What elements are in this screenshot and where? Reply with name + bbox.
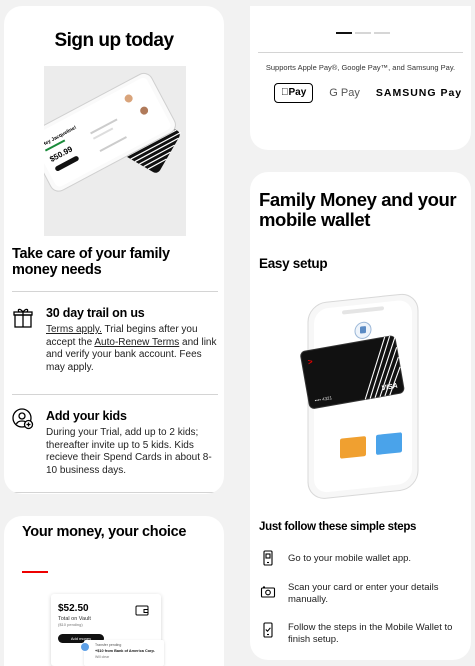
- phone-check-icon: [260, 622, 276, 638]
- payment-logos: Pay G Pay SAMSUNG Pay: [274, 82, 462, 104]
- feature-body-trial: Terms apply. Trial begins after you acce…: [46, 324, 218, 374]
- wallet-title: Family Money and your mobile wallet: [259, 189, 457, 230]
- step-2-text: Scan your card or enter your details man…: [288, 582, 439, 605]
- signup-title: Sign up today: [54, 30, 174, 51]
- feature-title-kids: Add your kids: [46, 409, 127, 423]
- steps-title: Just follow these simple steps: [259, 521, 417, 533]
- samsung-pay-logo: SAMSUNG Pay: [368, 87, 461, 99]
- payment-support-card: Supports Apple Pay®, Google Pay™, and Sa…: [250, 6, 471, 150]
- divider: [12, 492, 218, 493]
- money-choice-card: Your money, your choice $52.50 Total on …: [4, 516, 224, 666]
- divider: [12, 394, 218, 395]
- avatar: [80, 642, 90, 652]
- hero-image: > Hey Jacqueline! $50.99: [26, 66, 186, 236]
- step-3-text: Follow the steps in the Mobile Wallet to…: [288, 622, 453, 645]
- transfer-notification: Transfer pending +$10 from Bank of Ameri…: [80, 640, 164, 666]
- apple-pay-logo: Pay: [274, 83, 314, 103]
- accent-bar: [22, 571, 48, 573]
- carousel-dot-2[interactable]: [355, 32, 371, 34]
- mobile-wallet-card: Family Money and your mobile wallet Easy…: [250, 172, 471, 660]
- transfer-description: +$10 from Bank of America Corp.: [95, 649, 155, 653]
- apple-pay-text: Pay: [281, 87, 306, 98]
- carousel-dots: [336, 32, 390, 34]
- vault-pending: ($10 pending): [58, 622, 83, 627]
- carousel-dot-1[interactable]: [336, 32, 352, 34]
- divider: [12, 291, 218, 292]
- easy-setup-heading: Easy setup: [259, 256, 328, 271]
- signup-card: Sign up today > Hey Jacqueline! $50.: [4, 6, 224, 494]
- add-kid-icon: [12, 408, 34, 430]
- signup-subtitle: Take care of your family money needs: [12, 246, 170, 278]
- camera-scan-icon: [260, 584, 276, 600]
- supports-text: Supports Apple Pay®, Google Pay™, and Sa…: [265, 63, 456, 72]
- gift-icon: [12, 307, 34, 329]
- money-choice-title: Your money, your choice: [22, 524, 187, 540]
- terms-apply-link[interactable]: Terms apply.: [46, 324, 102, 335]
- feature-body-kids: During your Trial, add up to 2 kids; the…: [46, 427, 212, 476]
- wallet-phone-illustration: > •••• 4321 VISA: [290, 282, 440, 502]
- transfer-title: Transfer pending: [95, 643, 122, 647]
- wallet-icon: [135, 603, 149, 616]
- carousel-dot-3[interactable]: [374, 32, 390, 34]
- transfer-status: Will clear: [95, 655, 110, 659]
- google-pay-logo: G Pay: [321, 87, 360, 99]
- phone-icon: [260, 550, 276, 566]
- vault-amount: $52.50: [58, 603, 89, 614]
- step-1-text: Go to your mobile wallet app.: [288, 553, 412, 564]
- feature-title-trial: 30 day trail on us: [46, 306, 145, 320]
- auto-renew-terms-link[interactable]: Auto-Renew Terms: [94, 337, 179, 348]
- divider: [258, 52, 463, 53]
